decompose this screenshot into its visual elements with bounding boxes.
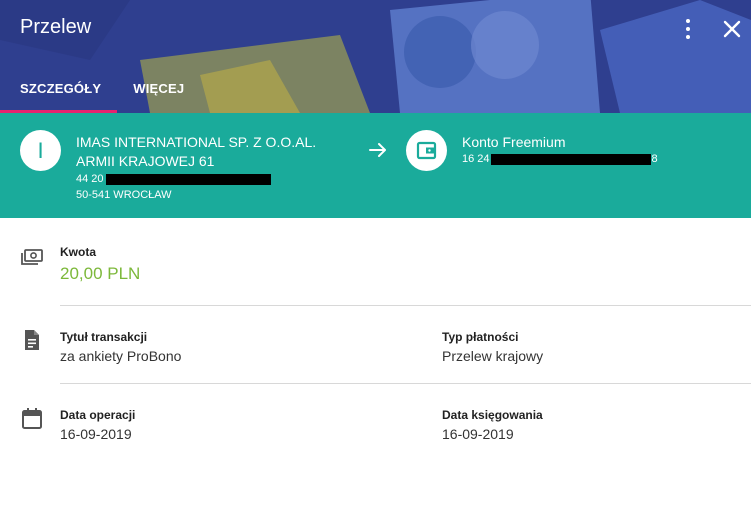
sender-name: IMAS INTERNATIONAL SP. Z O.O.AL. ARMII K… [76, 134, 317, 169]
title-section: Tytuł transakcji za ankiety ProBono Typ … [0, 306, 751, 384]
close-icon[interactable] [721, 18, 743, 40]
booking-date-label: Data księgowania [442, 408, 543, 422]
redaction-bar [490, 153, 651, 165]
sender-avatar: I [20, 130, 61, 171]
sender-account: 44 20 [76, 173, 271, 185]
page-title: Przelew [20, 16, 92, 38]
transfer-banner: I IMAS INTERNATIONAL SP. Z O.O.AL. ARMII… [0, 113, 751, 218]
redaction-bar [105, 173, 271, 185]
recipient-avatar [406, 130, 447, 171]
more-vert-icon[interactable] [680, 18, 696, 40]
money-icon [21, 249, 43, 265]
tab-bar: SZCZEGÓŁY WIĘCEJ [0, 76, 200, 113]
payment-type-label: Typ płatności [442, 330, 519, 344]
sender-address: 50-541 WROCŁAW [76, 189, 172, 201]
amount-label: Kwota [60, 245, 96, 259]
dates-section: Data operacji 16-09-2019 Data księgowani… [0, 384, 751, 464]
operation-date-value: 16-09-2019 [60, 426, 132, 442]
tab-wiecej[interactable]: WIĘCEJ [117, 76, 200, 113]
recipient-account-prefix: 16 24 [462, 153, 490, 165]
wallet-icon [416, 141, 437, 160]
arrow-right-icon [369, 143, 386, 157]
amount-value: 20,00 PLN [60, 264, 141, 283]
recipient-account-suffix: 8 [651, 153, 658, 165]
amount-section: Kwota 20,00 PLN [0, 218, 751, 306]
tab-szczegoly[interactable]: SZCZEGÓŁY [0, 76, 118, 113]
title-label: Tytuł transakcji [60, 330, 148, 344]
payment-type-value: Przelew krajowy [442, 348, 544, 364]
operation-date-label: Data operacji [60, 408, 136, 422]
title-value: za ankiety ProBono [60, 348, 182, 364]
app-header: Przelew SZCZEGÓŁY WIĘCEJ [0, 0, 751, 113]
document-icon [25, 330, 39, 350]
calendar-icon [22, 408, 42, 429]
recipient-name: Konto Freemium [462, 134, 566, 150]
recipient-account: 16 24 8 [462, 153, 658, 165]
booking-date-value: 16-09-2019 [442, 426, 514, 442]
sender-account-prefix: 44 20 [76, 173, 104, 185]
